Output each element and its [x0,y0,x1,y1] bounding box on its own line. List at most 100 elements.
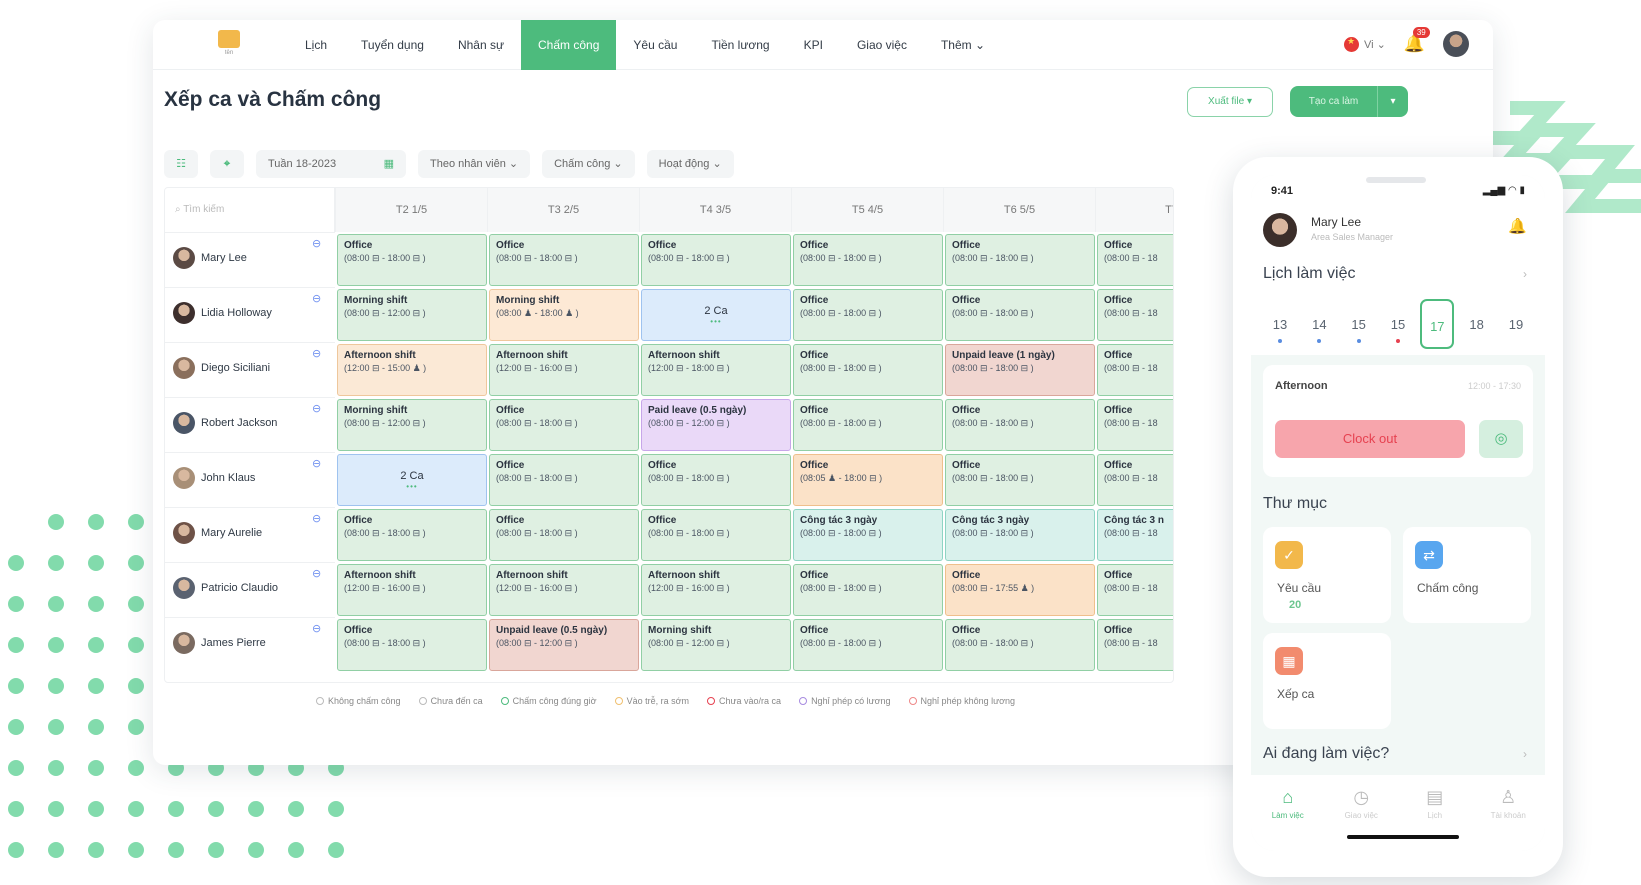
nav-item[interactable]: Yêu cầu [616,20,694,70]
shift-cell[interactable]: Office (08:00 ⊟ - 18:00 ⊟ ) [945,454,1095,506]
shift-cell[interactable]: Office (08:00 ⊟ - 18 [1097,454,1173,506]
shift-cell[interactable]: Office (08:00 ⊟ - 18:00 ⊟ ) [793,619,943,671]
shift-cell[interactable]: Office (08:00 ⊟ - 17:55 ♟ ) [945,564,1095,616]
shift-cell[interactable]: Công tác 3 ngày (08:00 ⊟ - 18:00 ⊟ ) [793,509,943,561]
location-pin-icon[interactable]: ⌖ [210,150,244,178]
shift-cell[interactable]: Unpaid leave (0.5 ngày) (08:00 ⊟ - 12:00 … [489,619,639,671]
mobile-user-avatar[interactable] [1263,213,1297,247]
employee-row[interactable]: Mary Lee ⊖ [165,232,335,287]
nav-item[interactable]: Tiền lương [694,20,786,70]
info-icon[interactable]: ⊖ [312,622,321,635]
week-day[interactable]: 18 [1460,299,1494,349]
shift-cell[interactable]: Office (08:00 ⊟ - 18:00 ⊟ ) [793,344,943,396]
week-day[interactable]: 13 [1263,299,1297,349]
shift-cell[interactable]: Afternoon shift (12:00 ⊟ - 18:00 ⊟ ) [641,344,791,396]
status-select[interactable]: Hoạt động ⌄ [646,150,734,178]
shift-cell[interactable]: Office (08:00 ⊟ - 18:00 ⊟ ) [337,509,487,561]
employee-row[interactable]: Mary Aurelie ⊖ [165,507,335,562]
shift-cell[interactable]: Office (08:00 ⊟ - 18:00 ⊟ ) [489,399,639,451]
folder-tile[interactable]: ▦ Xếp ca [1263,633,1391,729]
type-select[interactable]: Chấm công ⌄ [542,150,635,178]
shift-cell[interactable]: Office (08:00 ⊟ - 18:00 ⊟ ) [489,509,639,561]
employee-row[interactable]: Patricio Claudio ⊖ [165,562,335,617]
shift-cell[interactable]: Office (08:00 ⊟ - 18:00 ⊟ ) [337,619,487,671]
shift-cell[interactable]: Office (08:00 ⊟ - 18:00 ⊟ ) [945,234,1095,286]
app-logo[interactable]: tên [218,30,240,60]
clock-out-button[interactable]: Clock out [1275,420,1465,458]
chevron-right-icon[interactable]: › [1523,747,1527,761]
export-file-button[interactable]: Xuất file ▾ [1187,87,1273,117]
nav-item[interactable]: Thêm ⌄ [924,20,1002,70]
shift-cell[interactable]: Office (08:00 ⊟ - 18:00 ⊟ ) [793,289,943,341]
info-icon[interactable]: ⊖ [312,567,321,580]
shift-cell[interactable]: Office (08:00 ⊟ - 18:00 ⊟ ) [641,509,791,561]
shift-cell[interactable]: Afternoon shift (12:00 ⊟ - 16:00 ⊟ ) [489,344,639,396]
shift-cell[interactable]: Office (08:00 ⊟ - 18:00 ⊟ ) [945,619,1095,671]
shift-cell[interactable]: Morning shift (08:00 ⊟ - 12:00 ⊟ ) [641,619,791,671]
shift-cell[interactable]: Afternoon shift (12:00 ⊟ - 16:00 ⊟ ) [489,564,639,616]
create-shift-label[interactable]: Tạo ca làm [1290,86,1378,117]
shift-cell[interactable]: Office (08:00 ⊟ - 18 [1097,619,1173,671]
shift-cell[interactable]: Office (08:00 ⊟ - 18:00 ⊟ ) [793,399,943,451]
employee-row[interactable]: Robert Jackson ⊖ [165,397,335,452]
shift-cell[interactable]: Office (08:00 ⊟ - 18:00 ⊟ ) [945,289,1095,341]
info-icon[interactable]: ⊖ [312,512,321,525]
notification-bell-icon[interactable]: 🔔 39 [1404,27,1430,54]
shift-cell[interactable]: Office (08:00 ⊟ - 18:00 ⊟ ) [489,234,639,286]
shift-cell[interactable]: Office (08:00 ⊟ - 18:00 ⊟ ) [793,234,943,286]
shift-cell[interactable]: Office (08:00 ⊟ - 18:00 ⊟ ) [945,399,1095,451]
group-by-select[interactable]: Theo nhân viên ⌄ [418,150,531,178]
view-toggle-icon[interactable]: ☷ [164,150,198,178]
shift-cell[interactable]: Unpaid leave (1 ngày) (08:00 ⊟ - 18:00 ⊟ … [945,344,1095,396]
shift-cell[interactable]: Công tác 3 n (08:00 ⊟ - 18 [1097,509,1173,561]
week-day[interactable]: 15 [1381,299,1415,349]
mobile-tab[interactable]: ▤ Lịch [1405,787,1465,851]
folder-tile[interactable]: ⇄ Chấm công [1403,527,1531,623]
folder-tile[interactable]: ✓ Yêu cầu 20 [1263,527,1391,623]
week-day[interactable]: 17 [1420,299,1455,349]
shift-cell[interactable]: Office (08:00 ⊟ - 18:00 ⊟ ) [793,564,943,616]
shift-cell[interactable]: 2 Ca ••• [337,454,487,506]
shift-cell[interactable]: Morning shift (08:00 ⊟ - 12:00 ⊟ ) [337,399,487,451]
nav-item[interactable]: Lịch [288,20,344,70]
mobile-bell-icon[interactable]: 🔔 [1508,217,1527,235]
shift-cell[interactable]: Morning shift (08:00 ♟ - 18:00 ♟ ) [489,289,639,341]
shift-cell[interactable]: Afternoon shift (12:00 ⊟ - 15:00 ♟ ) [337,344,487,396]
shift-cell[interactable]: Office (08:00 ⊟ - 18:00 ⊟ ) [641,454,791,506]
nav-item[interactable]: Giao việc [840,20,924,70]
shift-cell[interactable]: Office (08:00 ⊟ - 18 [1097,344,1173,396]
week-day[interactable]: 15 [1342,299,1376,349]
employee-row[interactable]: James Pierre ⊖ [165,617,335,672]
language-selector[interactable]: Vi ⌄ [1343,36,1386,52]
shift-cell[interactable]: Công tác 3 ngày (08:00 ⊟ - 18:00 ⊟ ) [945,509,1095,561]
info-icon[interactable]: ⊖ [312,402,321,415]
create-shift-button[interactable]: Tạo ca làm ▾ [1290,86,1408,117]
shift-cell[interactable]: Office (08:00 ⊟ - 18:00 ⊟ ) [641,234,791,286]
create-shift-dropdown[interactable]: ▾ [1378,86,1408,117]
location-icon[interactable]: ◎ [1479,420,1523,458]
employee-row[interactable]: John Klaus ⊖ [165,452,335,507]
shift-cell[interactable]: Paid leave (0.5 ngày) (08:00 ⊟ - 12:00 ⊟ … [641,399,791,451]
shift-cell[interactable]: Office (08:00 ⊟ - 18:00 ⊟ ) [489,454,639,506]
shift-cell[interactable]: Office (08:00 ⊟ - 18 [1097,399,1173,451]
week-picker[interactable]: Tuần 18-2023 ▦ [256,150,406,178]
mobile-tab[interactable]: ♙ Tài khoản [1478,787,1538,851]
shift-cell[interactable]: Office (08:00 ⊟ - 18 [1097,234,1173,286]
shift-cell[interactable]: Office (08:00 ⊟ - 18 [1097,289,1173,341]
info-icon[interactable]: ⊖ [312,292,321,305]
employee-row[interactable]: Lidia Holloway ⊖ [165,287,335,342]
info-icon[interactable]: ⊖ [312,347,321,360]
nav-item[interactable]: Nhân sự [441,20,521,70]
info-icon[interactable]: ⊖ [312,457,321,470]
employee-row[interactable]: Diego Siciliani ⊖ [165,342,335,397]
mobile-tab[interactable]: ⌂ Làm việc [1258,787,1318,851]
shift-cell[interactable]: Morning shift (08:00 ⊟ - 12:00 ⊟ ) [337,289,487,341]
shift-cell[interactable]: Afternoon shift (12:00 ⊟ - 16:00 ⊟ ) [337,564,487,616]
nav-item[interactable]: KPI [787,20,840,70]
nav-item[interactable]: Tuyển dụng [344,20,441,70]
info-icon[interactable]: ⊖ [312,237,321,250]
week-day[interactable]: 19 [1499,299,1533,349]
week-day[interactable]: 14 [1302,299,1336,349]
shift-cell[interactable]: Office (08:05 ♟ - 18:00 ⊟ ) [793,454,943,506]
shift-cell[interactable]: 2 Ca ••• [641,289,791,341]
